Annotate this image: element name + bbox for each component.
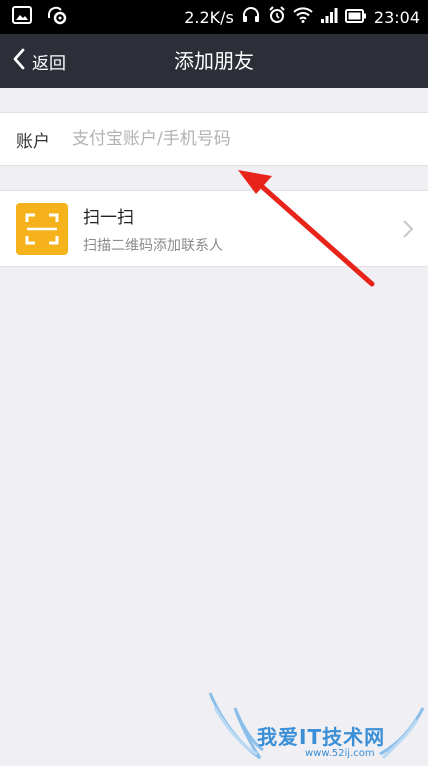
annotation-arrow	[238, 170, 375, 287]
watermark-text: 我爱IT技术网	[257, 725, 386, 749]
watermark-url: www.52ij.com	[305, 748, 375, 759]
